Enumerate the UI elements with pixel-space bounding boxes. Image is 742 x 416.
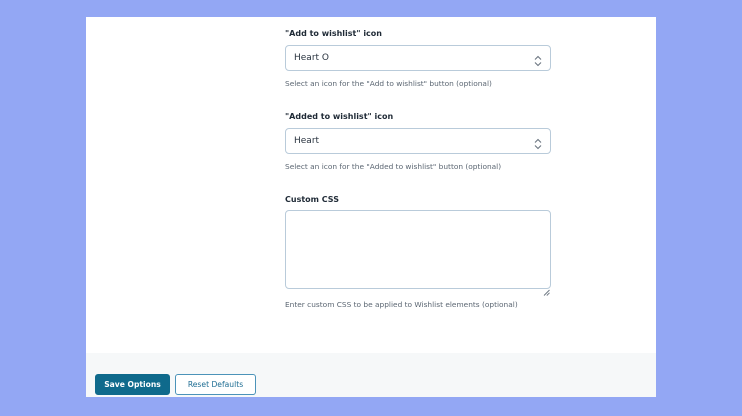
add-to-wishlist-icon-help: Select an icon for the "Add to wishlist"… — [285, 79, 492, 88]
custom-css-label: Custom CSS — [285, 195, 339, 204]
added-to-wishlist-icon-value: Heart — [294, 136, 320, 146]
custom-css-help: Enter custom CSS to be applied to Wishli… — [285, 300, 518, 309]
added-to-wishlist-icon-select[interactable]: Heart — [285, 128, 551, 154]
reset-defaults-button[interactable]: Reset Defaults — [175, 374, 256, 395]
save-options-button[interactable]: Save Options — [95, 374, 170, 395]
settings-panel: "Add to wishlist" icon Heart O Select an… — [86, 17, 656, 397]
added-to-wishlist-icon-help: Select an icon for the "Added to wishlis… — [285, 162, 502, 171]
custom-css-textarea[interactable] — [285, 210, 551, 289]
select-updown-icon — [534, 52, 542, 67]
added-to-wishlist-icon-label: "Added to wishlist" icon — [285, 112, 394, 121]
add-to-wishlist-icon-value: Heart O — [294, 53, 329, 63]
select-updown-icon — [534, 135, 542, 150]
form-footer: Save Options Reset Defaults — [86, 353, 656, 397]
add-to-wishlist-icon-select[interactable]: Heart O — [285, 45, 551, 71]
add-to-wishlist-icon-label: "Add to wishlist" icon — [285, 29, 382, 38]
